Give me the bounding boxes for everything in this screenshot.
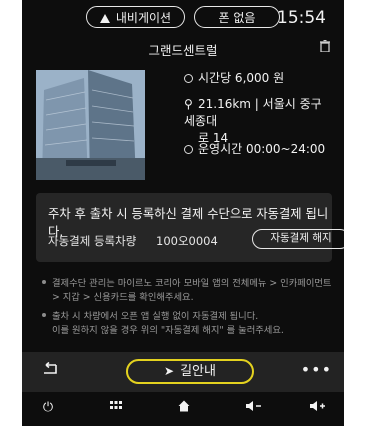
phone-status-button[interactable]: 폰 없음	[194, 6, 280, 28]
page-title: 그랜드센트럴	[148, 43, 218, 58]
top-status-bar: 내비게이션 폰 없음 15:54	[22, 0, 344, 36]
home-icon[interactable]	[172, 400, 196, 416]
operating-hours-icon	[184, 145, 193, 154]
clock-icon	[184, 74, 193, 83]
start-guidance-label: 길안내	[180, 364, 216, 379]
more-options-icon[interactable]: •••	[301, 360, 332, 379]
navigation-arrow-icon: ➤	[164, 364, 175, 378]
clock: 15:54	[277, 8, 326, 28]
volume-down-icon[interactable]	[242, 400, 266, 416]
price-row: 시간당 6,000 원	[184, 70, 284, 87]
phone-status-label: 폰 없음	[218, 11, 256, 25]
navigation-arrow-icon	[99, 14, 110, 23]
note-line: 출차 시 차량에서 오픈 앱 실행 없이 자동결제 됩니다.	[52, 311, 259, 322]
price-text: 시간당 6,000 원	[198, 71, 285, 85]
address-row: ⚲ 21.16km | 서울시 중구 세종대 로 14	[184, 96, 334, 147]
note-line: > 지갑 > 신용카드를 확인해주세요.	[52, 292, 194, 303]
system-bar: ⏻	[22, 394, 344, 426]
cancel-auto-payment-button[interactable]: 자동결제 해지	[252, 229, 344, 249]
location-pin-icon: ⚲	[184, 97, 193, 111]
registered-vehicle-label: 자동결제 등록차량	[48, 234, 137, 248]
apps-grid-icon[interactable]	[104, 400, 128, 415]
navigation-button[interactable]: 내비게이션	[86, 6, 185, 28]
action-bar: ➤ 길안내 •••	[22, 352, 344, 392]
bullet-icon	[42, 313, 46, 317]
note-auto-exit-payment: 출차 시 차량에서 오픈 앱 실행 없이 자동결제 됩니다. 이를 원하지 않을…	[42, 310, 332, 338]
note-line: 이를 원하지 않을 경우 위의 "자동결제 해지" 를 눌러주세요.	[52, 325, 284, 336]
navigation-label: 내비게이션	[115, 11, 172, 25]
note-payment-management: 결제수단 관리는 마이르노 코리아 모바일 앱의 전체메뉴 > 인카페이먼트 >…	[42, 277, 332, 305]
hours-text: 운영시간 00:00~24:00	[198, 142, 326, 156]
address-line-1: 21.16km | 서울시 중구 세종대	[184, 97, 322, 128]
trash-icon[interactable]	[320, 40, 330, 52]
infotainment-screen: 내비게이션 폰 없음 15:54 그랜드센트럴 시간당 6,000 원 ⚲ 21…	[22, 0, 344, 426]
registered-plate-number: 100오0004	[156, 234, 218, 248]
parking-lot-photo	[36, 70, 145, 180]
start-guidance-button[interactable]: ➤ 길안내	[126, 359, 254, 384]
bullet-icon	[42, 280, 46, 284]
note-line: 결제수단 관리는 마이르노 코리아 모바일 앱의 전체메뉴 > 인카페이먼트	[52, 278, 332, 289]
power-icon[interactable]: ⏻	[36, 400, 60, 415]
volume-up-icon[interactable]	[306, 400, 330, 416]
back-arrow-icon[interactable]	[40, 361, 60, 380]
auto-payment-card: 주차 후 출차 시 등록하신 결제 수단으로 자동결제 됩니다. 자동결제 등록…	[36, 193, 344, 262]
hours-row: 운영시간 00:00~24:00	[184, 141, 325, 158]
